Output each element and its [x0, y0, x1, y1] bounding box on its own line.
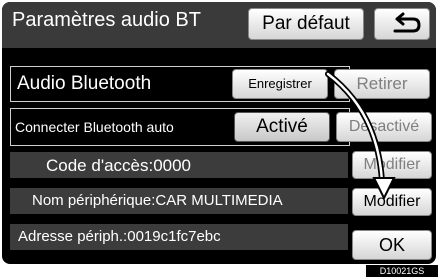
register-button-label: Enregistrer [248, 76, 312, 91]
passcode-modify-button[interactable]: Modifier [352, 151, 432, 179]
remove-button-label: Retirer [356, 74, 408, 93]
auto-connect-label: Connecter Bluetooth auto [15, 119, 174, 135]
page-title: Paramètres audio BT [12, 9, 201, 31]
passcode-label: Code d'accès:0000 [46, 156, 192, 175]
figure-code: D10021GS [366, 265, 438, 277]
remove-button[interactable]: Retirer [334, 69, 430, 99]
passcode-modify-label: Modifier [363, 156, 421, 173]
device-address-label: Adresse périph.:0019c1fc7ebc [18, 228, 221, 245]
device-name-modify-label: Modifier [363, 193, 421, 210]
auto-connect-on-label: Activé [256, 116, 308, 137]
back-button[interactable] [374, 8, 430, 40]
device-name-label: Nom périphérique:CAR MULTIMEDIA [32, 192, 283, 209]
device-name-field: Nom périphérique:CAR MULTIMEDIA [10, 188, 348, 214]
auto-connect-on-button[interactable]: Activé [234, 112, 330, 142]
header-bar: Paramètres audio BT Par défaut [2, 2, 436, 48]
device-address-field: Adresse périph.:0019c1fc7ebc [10, 224, 348, 250]
auto-connect-off-button[interactable]: Désactivé [336, 112, 432, 142]
back-arrow-icon [393, 12, 421, 33]
register-button[interactable]: Enregistrer [232, 69, 328, 99]
passcode-field: Code d'accès:0000 [10, 152, 348, 178]
device-name-modify-button[interactable]: Modifier [352, 188, 432, 216]
ok-button[interactable]: OK [352, 230, 432, 260]
default-button-label: Par défaut [262, 13, 350, 34]
settings-screen: Paramètres audio BT Par défaut Audio Blu… [2, 2, 436, 264]
auto-connect-off-label: Désactivé [348, 118, 420, 135]
audio-bluetooth-label: Audio Bluetooth [17, 73, 152, 94]
ok-button-label: OK [378, 235, 405, 255]
default-button[interactable]: Par défaut [248, 8, 364, 40]
